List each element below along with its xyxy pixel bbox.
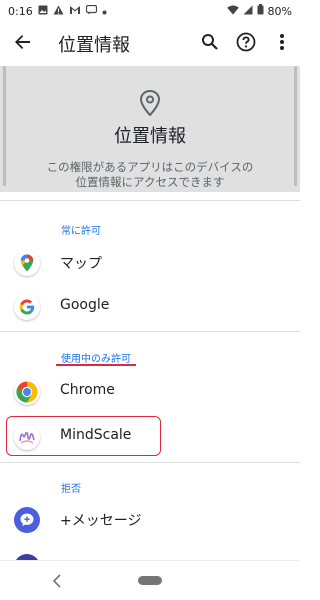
annotation-underline <box>56 364 136 366</box>
page-title: 位置情報 <box>58 35 130 56</box>
google-icon <box>14 294 40 320</box>
plus-message-icon <box>14 507 40 533</box>
divider <box>0 331 300 332</box>
hero-title: 位置情報 <box>114 126 186 147</box>
status-bar: 0:16 80% <box>0 0 300 22</box>
app-label: Chrome <box>60 382 115 398</box>
app-row-maps[interactable]: マップ <box>0 242 300 282</box>
app-label: +メッセージ <box>60 513 142 529</box>
search-icon <box>201 33 219 55</box>
google-maps-icon <box>14 250 40 276</box>
message-icon <box>85 4 97 18</box>
app-row-chrome[interactable]: Chrome <box>0 371 300 411</box>
warning-icon <box>53 5 64 18</box>
gmail-icon <box>69 5 81 18</box>
location-pin-icon <box>139 89 161 120</box>
back-arrow-icon <box>14 33 32 55</box>
chrome-icon <box>14 379 40 405</box>
image-icon <box>38 5 48 18</box>
search-button[interactable] <box>192 22 228 66</box>
dot-icon <box>102 5 107 18</box>
divider <box>0 200 300 201</box>
section-header-while-using: 使用中のみ許可 <box>61 354 131 365</box>
back-button[interactable] <box>0 22 46 66</box>
section-header-always: 常に許可 <box>61 226 101 237</box>
nav-home-pill[interactable] <box>138 576 162 585</box>
app-row-plus-message[interactable]: +メッセージ <box>0 499 300 539</box>
app-row-mindscale[interactable]: MindScale <box>0 416 300 456</box>
description-text: この権限があるアプリはこのデバイスの 位置情報にアクセスできます <box>0 160 300 190</box>
signal-icon <box>243 5 253 18</box>
system-nav-bar <box>0 560 300 600</box>
more-options-button[interactable] <box>264 22 300 66</box>
divider <box>0 462 300 463</box>
help-button[interactable] <box>228 22 264 66</box>
app-row-google[interactable]: Google <box>0 286 300 326</box>
description-line-1: この権限があるアプリはこのデバイスの <box>46 160 254 174</box>
more-vert-icon <box>279 33 285 55</box>
app-label: Google <box>60 297 110 313</box>
description-line-2: 位置情報にアクセスできます <box>75 175 225 189</box>
app-bar: 位置情報 <box>0 22 300 66</box>
status-time: 0:16 <box>8 4 33 18</box>
app-label: MindScale <box>60 427 132 443</box>
section-header-denied: 拒否 <box>61 484 81 495</box>
help-icon <box>236 32 256 56</box>
wifi-icon <box>226 5 239 18</box>
battery-icon <box>257 4 264 18</box>
app-label: マップ <box>60 256 102 272</box>
battery-percent: 80% <box>267 4 292 18</box>
mindscale-icon <box>14 424 40 450</box>
nav-back-button[interactable] <box>52 573 62 592</box>
